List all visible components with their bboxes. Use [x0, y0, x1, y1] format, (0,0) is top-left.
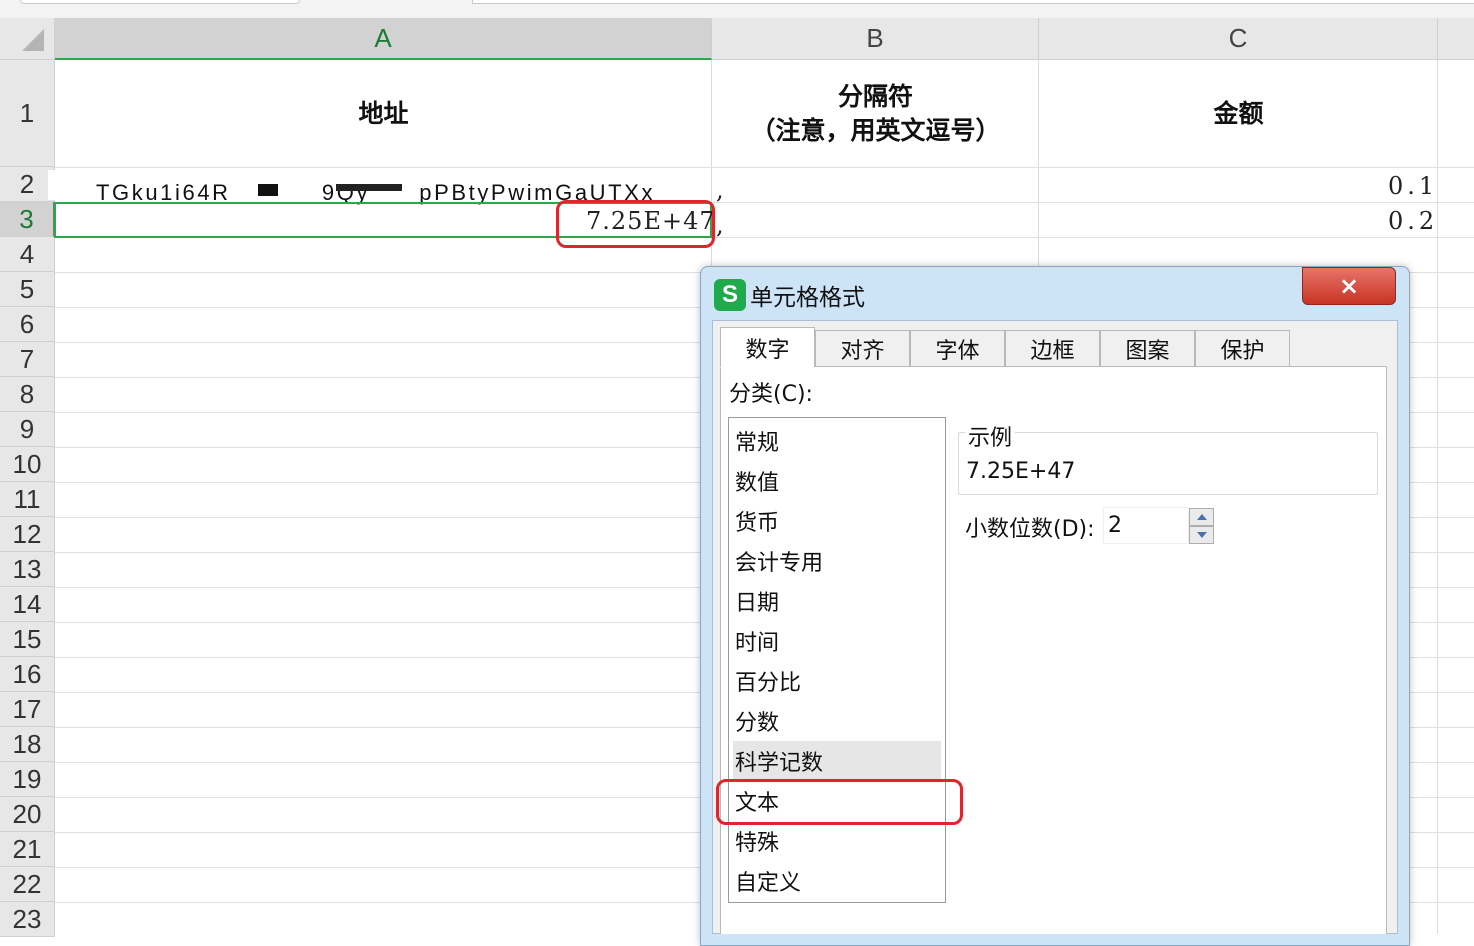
category-percentage[interactable]: 百分比 — [733, 661, 941, 701]
row-header-2[interactable]: 2 — [0, 167, 55, 202]
category-number[interactable]: 数值 — [733, 461, 941, 501]
toolbar-strip — [0, 0, 1474, 18]
row-header-11[interactable]: 11 — [0, 482, 55, 517]
row-header-10[interactable]: 10 — [0, 447, 55, 482]
app-icon: S — [714, 279, 746, 311]
category-currency[interactable]: 货币 — [733, 501, 941, 541]
dialog-title: 单元格格式 — [750, 285, 865, 311]
category-custom[interactable]: 自定义 — [733, 861, 941, 901]
redaction-mark — [336, 184, 402, 191]
cell-c1-text: 金额 — [1213, 98, 1264, 128]
category-accounting[interactable]: 会计专用 — [733, 541, 941, 581]
name-box[interactable] — [20, 0, 300, 4]
cell-a2-mask — [48, 170, 98, 200]
cell-c1[interactable]: 金额 — [1039, 60, 1438, 167]
tab-protection[interactable]: 保护 — [1195, 330, 1290, 367]
category-date[interactable]: 日期 — [733, 581, 941, 621]
redaction-mark — [258, 184, 278, 196]
tab-number[interactable]: 数字 — [720, 327, 815, 368]
row-header-21[interactable]: 21 — [0, 832, 55, 867]
tab-font[interactable]: 字体 — [910, 330, 1005, 367]
category-time[interactable]: 时间 — [733, 621, 941, 661]
row-header-1[interactable]: 1 — [0, 60, 55, 167]
column-header-c[interactable]: C — [1039, 18, 1438, 60]
sample-label: 示例 — [965, 420, 1016, 452]
row-header-23[interactable]: 23 — [0, 902, 55, 937]
row-header-9[interactable]: 9 — [0, 412, 55, 447]
row-header-13[interactable]: 13 — [0, 552, 55, 587]
close-icon: × — [1338, 272, 1360, 300]
cell-c3[interactable]: 0.2 — [1388, 207, 1438, 235]
spin-down-button[interactable] — [1189, 526, 1214, 544]
cell-a1-text: 地址 — [358, 98, 409, 128]
tab-border[interactable]: 边框 — [1005, 330, 1100, 367]
cell-b2[interactable]: , — [716, 176, 724, 204]
select-all-corner[interactable] — [0, 18, 55, 60]
cell-b1-line2: （注意，用英文逗号） — [750, 115, 1001, 145]
row-header-8[interactable]: 8 — [0, 377, 55, 412]
row-header-17[interactable]: 17 — [0, 692, 55, 727]
category-label: 分类(C): — [729, 382, 813, 407]
spin-up-button[interactable] — [1189, 508, 1214, 526]
row-header-15[interactable]: 15 — [0, 622, 55, 657]
arrow-up-icon — [1196, 514, 1207, 520]
row-header-3[interactable]: 3 — [0, 202, 55, 237]
decimal-places-label: 小数位数(D): — [965, 517, 1095, 542]
column-header-d[interactable] — [1438, 18, 1474, 60]
cell-a1[interactable]: 地址 — [55, 60, 712, 167]
formula-bar[interactable] — [472, 0, 1474, 4]
row-header-5[interactable]: 5 — [0, 272, 55, 307]
row-header-4[interactable]: 4 — [0, 237, 55, 272]
row-header-16[interactable]: 16 — [0, 657, 55, 692]
cell-b1[interactable]: 分隔符 （注意，用英文逗号） — [712, 60, 1039, 167]
decimal-places-input[interactable]: 2 — [1103, 507, 1189, 544]
row-header-7[interactable]: 7 — [0, 342, 55, 377]
row-header-6[interactable]: 6 — [0, 307, 55, 342]
category-fraction[interactable]: 分数 — [733, 701, 941, 741]
sample-value: 7.25E+47 — [966, 459, 1076, 484]
row-header-20[interactable]: 20 — [0, 797, 55, 832]
row-header-19[interactable]: 19 — [0, 762, 55, 797]
row-header-14[interactable]: 14 — [0, 587, 55, 622]
highlight-box-cell — [556, 200, 715, 248]
arrow-down-icon — [1196, 532, 1207, 538]
cell-b3[interactable]: , — [716, 211, 724, 239]
tab-alignment[interactable]: 对齐 — [815, 330, 910, 367]
close-button[interactable]: × — [1302, 267, 1396, 305]
row-header-22[interactable]: 22 — [0, 867, 55, 902]
row-header-18[interactable]: 18 — [0, 727, 55, 762]
highlight-box-text-category — [716, 779, 963, 825]
row-header-12[interactable]: 12 — [0, 517, 55, 552]
category-scientific[interactable]: 科学记数 — [733, 741, 941, 781]
category-special[interactable]: 特殊 — [733, 821, 941, 861]
category-general[interactable]: 常规 — [733, 421, 941, 461]
cell-c2[interactable]: 0.1 — [1388, 172, 1438, 200]
column-header-b[interactable]: B — [712, 18, 1039, 60]
tab-pattern[interactable]: 图案 — [1100, 330, 1195, 367]
column-header-a[interactable]: A — [55, 18, 712, 60]
cell-b1-line1: 分隔符 — [837, 81, 913, 111]
